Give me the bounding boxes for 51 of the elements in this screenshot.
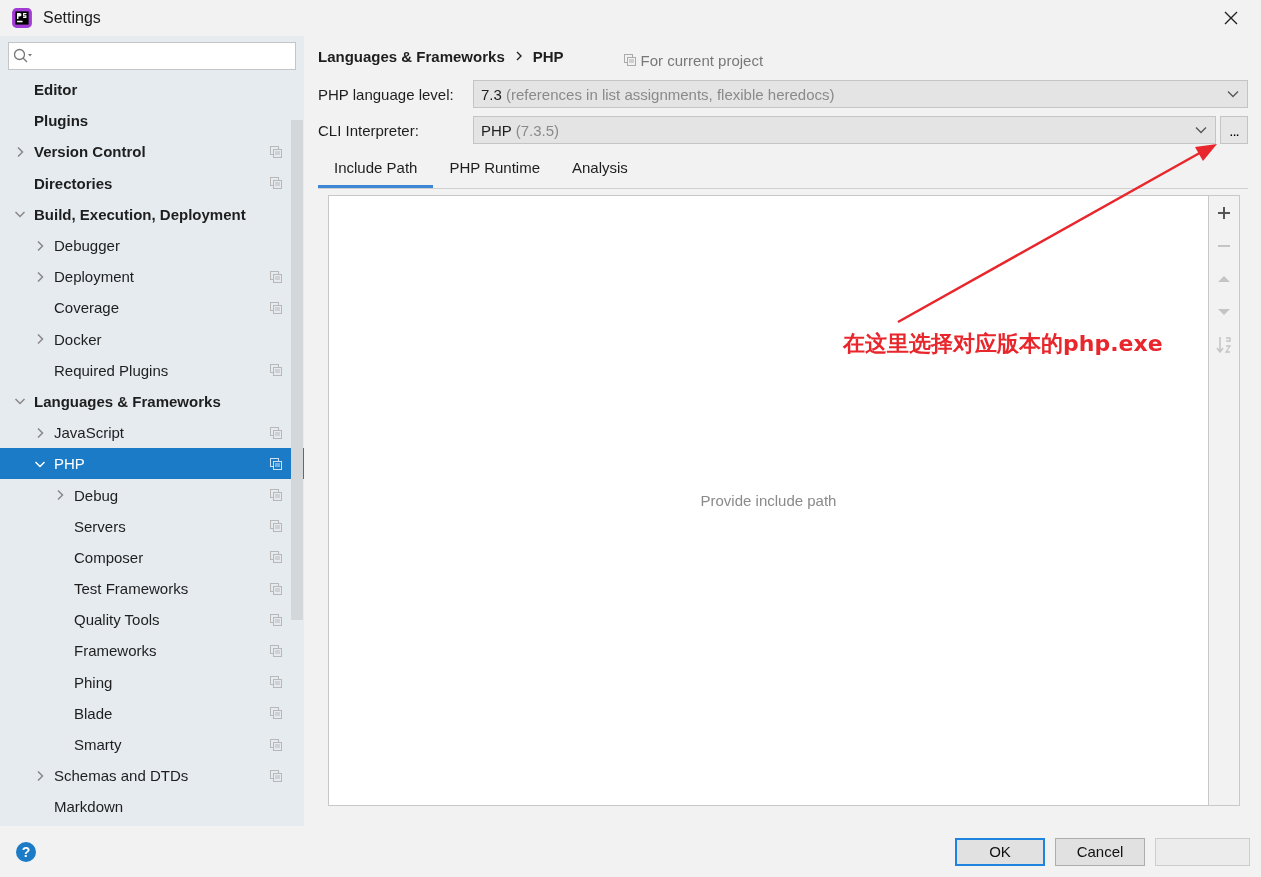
tree-item[interactable]: Version Control <box>0 136 304 168</box>
tree-item[interactable]: Composer <box>0 541 304 573</box>
app-logo-icon <box>11 7 33 29</box>
scope-note: For current project <box>640 51 764 69</box>
chevron-right-icon <box>514 51 523 61</box>
chevron-down-icon <box>1227 90 1239 98</box>
window-title: Settings <box>43 9 102 27</box>
tree-item[interactable]: Docker <box>0 323 304 355</box>
tree-item[interactable]: JavaScript <box>0 417 304 449</box>
copy-icon <box>623 54 636 66</box>
tree-item[interactable]: Directories <box>0 167 304 199</box>
field-label: CLI Interpreter: <box>318 121 420 139</box>
tab[interactable]: PHP Runtime <box>433 150 556 188</box>
help-button[interactable]: ? <box>16 841 36 862</box>
tree-item[interactable]: Blade <box>0 697 304 729</box>
scrollbar[interactable] <box>291 120 303 620</box>
chevron-down-icon <box>1195 126 1207 134</box>
tree-item[interactable]: Schemas and DTDs <box>0 760 304 792</box>
tab[interactable]: Include Path <box>318 150 434 188</box>
add-icon[interactable] <box>1216 204 1232 222</box>
tree-item[interactable]: Frameworks <box>0 635 304 667</box>
tab[interactable]: Analysis <box>556 150 644 188</box>
tree-item[interactable]: Servers <box>0 510 304 542</box>
tree-item[interactable]: Markdown <box>0 791 304 823</box>
dropdown[interactable]: PHP (7.3.5) <box>473 116 1216 144</box>
breadcrumb-item: Languages & Frameworks <box>318 47 505 65</box>
tree-item[interactable]: Debugger <box>0 229 304 262</box>
empty-text: Provide include path <box>700 492 837 509</box>
tree-item[interactable]: Required Plugins <box>0 354 304 386</box>
tree-item[interactable]: Editor <box>0 74 304 106</box>
cancel-button[interactable]: Cancel <box>1055 837 1145 866</box>
close-icon[interactable] <box>1224 11 1238 25</box>
ok-button[interactable]: OK <box>955 837 1045 866</box>
tree-item[interactable]: Languages & Frameworks <box>0 385 304 418</box>
tree-item[interactable]: PHP <box>0 448 304 480</box>
field-label: PHP language level: <box>318 85 455 103</box>
dropdown[interactable]: 7.3 (references in list assignments, flexible heredocs) <box>473 80 1248 108</box>
tree-item[interactable]: Plugins <box>0 105 304 137</box>
breadcrumb-item: PHP <box>532 47 564 65</box>
tree-item[interactable]: Deployment <box>0 261 304 293</box>
browse-button[interactable]: ... <box>1220 116 1248 144</box>
tree-item[interactable]: Phing <box>0 666 304 698</box>
tree-item[interactable]: Debug <box>0 479 304 511</box>
tree-item[interactable]: Test Frameworks <box>0 573 304 605</box>
search-field[interactable] <box>8 42 296 70</box>
tree-item[interactable]: Coverage <box>0 292 304 324</box>
tree-item[interactable]: Smarty <box>0 728 304 761</box>
tree-item[interactable]: Quality Tools <box>0 604 304 636</box>
search-icon <box>13 48 33 64</box>
annotation-text: 在这里选择对应版本的php.exe <box>843 330 1163 358</box>
tree-item[interactable]: Build, Execution, Deployment <box>0 198 304 230</box>
